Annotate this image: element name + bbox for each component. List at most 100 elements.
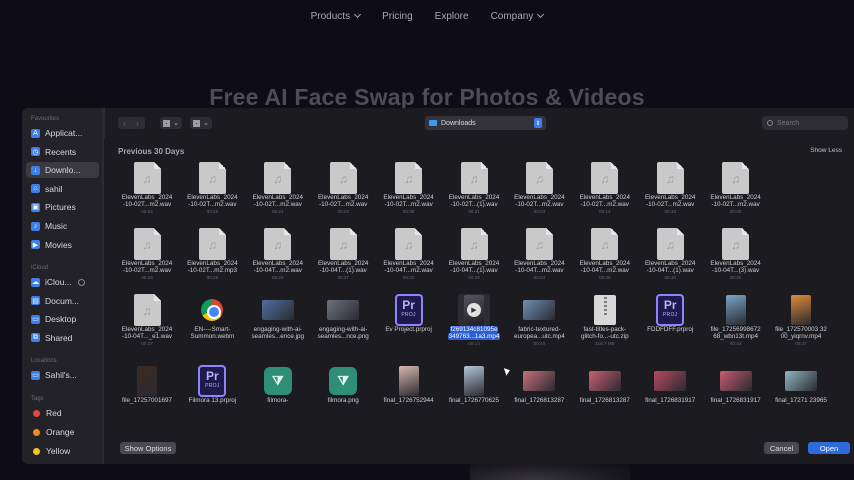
- file-name: FDDFDFF.prproj: [637, 326, 703, 333]
- file-item[interactable]: ♫ ElevenLabs_2024 -10-02T...m2.wav 00:04: [114, 160, 180, 234]
- sidebar-item[interactable]: ↓ Downlo...: [26, 162, 99, 179]
- show-options-button[interactable]: Show Options: [120, 442, 176, 454]
- audio-file-icon: ♫: [133, 162, 161, 194]
- applications-icon: A: [31, 128, 40, 138]
- file-item[interactable]: final_1726752944: [376, 363, 442, 437]
- icon-view-button[interactable]: ⌄: [160, 117, 182, 129]
- file-item[interactable]: final_1726831917: [703, 363, 769, 437]
- sidebar-item[interactable]: ▣ Pictures: [26, 199, 99, 215]
- file-item[interactable]: ♫ ElevenLabs_2024 -10-02T...m2.wav 00:21: [245, 160, 311, 234]
- image-thumbnail: [523, 371, 556, 391]
- filmora-icon: ⧩: [263, 367, 292, 395]
- audio-file-icon: ♫: [591, 162, 619, 194]
- file-item[interactable]: ♫ ElevenLabs_2024 -10-02T...m2.mp3 00:28: [179, 226, 245, 300]
- file-item[interactable]: final_1726813287: [506, 363, 572, 437]
- file-name-line: ElevenLabs_2024: [710, 260, 761, 267]
- file-item[interactable]: file_17256998672 68_wbn13t.mp4 00:43: [703, 292, 769, 366]
- sidebar-item[interactable]: A Applicat...: [26, 125, 99, 141]
- sidebar-item[interactable]: Red: [26, 405, 99, 421]
- home-icon: ⌂: [31, 184, 40, 194]
- file-item[interactable]: final_1726770625: [441, 363, 507, 437]
- search-input[interactable]: [777, 119, 837, 127]
- file-thumbnail: [785, 294, 817, 326]
- file-item[interactable]: ♫ ElevenLabs_2024 -10-04T...m2.wav 00:29: [245, 226, 311, 300]
- sidebar-item[interactable]: ▭ Sahil's...: [26, 367, 99, 383]
- group-view-button[interactable]: ⌄: [190, 117, 212, 129]
- file-item[interactable]: file_172570003 32 00_yiqrnv.mp4 00:37: [768, 292, 834, 366]
- back-button[interactable]: ‹: [118, 117, 131, 129]
- file-name-line: -10-04T..._e1.wav: [121, 333, 173, 341]
- file-thumbnail: ♫: [327, 228, 359, 260]
- file-item[interactable]: ♫ ElevenLabs_2024 -10-02T...m2.wav 00:39: [376, 160, 442, 234]
- file-item[interactable]: EN----Smart- Summon.webm: [179, 292, 245, 366]
- file-thumbnail: ♫: [720, 228, 752, 260]
- chrome-icon: [201, 299, 224, 321]
- site-nav-item[interactable]: Company: [491, 11, 545, 22]
- file-item[interactable]: ♫ ElevenLabs_2024 -10-04T...m2.wav 00:38: [572, 226, 638, 300]
- file-item[interactable]: ♫ ElevenLabs_2024 -10-02T...(1).wav 00:31: [441, 160, 507, 234]
- file-item[interactable]: ♫ ElevenLabs_2024 -10-02T...m2.wav 00:20: [703, 160, 769, 234]
- music-note-icon: ♫: [273, 238, 283, 252]
- file-name: ElevenLabs_2024 -10-02T...m2.wav: [572, 194, 638, 209]
- file-item[interactable]: ⧩ filmora.png: [310, 363, 376, 437]
- site-nav-item[interactable]: Products: [311, 11, 362, 22]
- file-item[interactable]: Pr PROJ Ev Project.prproj: [376, 292, 442, 366]
- file-name-line: ElevenLabs_2024: [252, 260, 303, 267]
- file-item[interactable]: ♫ ElevenLabs_2024 -10-04T...m2.wav 00:24: [506, 226, 572, 300]
- site-nav-item[interactable]: Explore: [435, 11, 469, 22]
- file-item[interactable]: engaging-with-ai-seamles...ence.jpg: [245, 292, 311, 366]
- file-item[interactable]: ♫ ElevenLabs_2024 -10-02T...m2.wav 00:23: [310, 160, 376, 234]
- forward-button[interactable]: ›: [131, 117, 144, 129]
- sidebar-item[interactable]: ☁ iClou...: [26, 274, 99, 290]
- cancel-button[interactable]: Cancel: [764, 442, 799, 454]
- file-item[interactable]: ♫ ElevenLabs_2024 -10-02T...m2.wav 00:33: [637, 160, 703, 234]
- file-item[interactable]: ⧩ filmora-: [245, 363, 311, 437]
- sidebar-item[interactable]: ⧉ Shared: [26, 330, 99, 346]
- file-meta: 00:20: [533, 341, 546, 346]
- premiere-project-icon: Pr PROJ: [198, 365, 227, 397]
- site-nav-item[interactable]: Pricing: [382, 11, 413, 22]
- image-thumbnail: [654, 371, 687, 391]
- file-item[interactable]: fast-titles-pack-glitch-fo...-utc.zip 216…: [572, 292, 638, 366]
- show-less-button[interactable]: Show Less: [810, 147, 842, 154]
- music-note-icon: ♫: [207, 172, 217, 186]
- sidebar-item[interactable]: ◷ Recents: [26, 144, 99, 160]
- sidebar-item[interactable]: ♪ Music: [26, 218, 99, 234]
- music-note-icon: ♫: [731, 172, 741, 186]
- sidebar-item[interactable]: ⌂ sahil: [26, 181, 99, 197]
- file-item[interactable]: ♫ ElevenLabs_2024 -10-04T...m2.wav 00:22: [376, 226, 442, 300]
- sidebar-item[interactable]: Orange: [26, 424, 99, 440]
- file-item[interactable]: final_1726813287: [572, 363, 638, 437]
- sidebar-item[interactable]: ▭ Desktop: [26, 311, 99, 327]
- location-select[interactable]: Downloads ⇕: [425, 116, 546, 130]
- file-item[interactable]: fabric-textured-europea...utc.mp4 00:20: [506, 292, 572, 366]
- file-item[interactable]: file_17257001697: [114, 363, 180, 437]
- file-item[interactable]: engaging-with-ai-seamles...nce.png: [310, 292, 376, 366]
- audio-file-icon: ♫: [656, 162, 684, 194]
- file-item[interactable]: Pr PROJ Filmora 13.prproj: [179, 363, 245, 437]
- file-item[interactable]: ♫ ElevenLabs_2024 -10-04T..._e1.wav 00:27: [114, 292, 180, 366]
- sidebar-item[interactable]: Yellow: [26, 443, 99, 459]
- file-item[interactable]: ♫ ElevenLabs_2024 -10-04T...(1).wav 00:40: [637, 226, 703, 300]
- file-item[interactable]: final_17271 23965: [768, 363, 834, 437]
- file-name-line: -10-04T...(3).wav: [711, 267, 760, 275]
- file-item[interactable]: ♫ ElevenLabs_2024 -10-04T...(3).wav 00:20: [703, 226, 769, 300]
- search-box[interactable]: [762, 116, 848, 130]
- file-item[interactable]: ▶ f269134c81095e 349763...1a3.mp4 00:13: [441, 292, 507, 366]
- file-item[interactable]: final_1726831917: [637, 363, 703, 437]
- file-item[interactable]: ♫ ElevenLabs_2024 -10-02T...m2.wav 00:14: [572, 160, 638, 234]
- file-item[interactable]: ♫ ElevenLabs_2024 -10-04T...(1).wav 00:26: [441, 226, 507, 300]
- file-name-line: final_1726752944: [383, 397, 434, 404]
- open-button[interactable]: Open: [808, 442, 850, 454]
- sidebar-item[interactable]: ▤ Docum...: [26, 293, 99, 309]
- file-item[interactable]: ♫ ElevenLabs_2024 -10-02T...m2.wav 00:24: [114, 226, 180, 300]
- sidebar-item[interactable]: ▶ Movies: [26, 237, 99, 253]
- file-thumbnail: ♫: [196, 162, 228, 194]
- file-item[interactable]: ♫ ElevenLabs_2024 -10-02T...m2.wav 00:25: [179, 160, 245, 234]
- file-name: final_17271 23965: [768, 397, 834, 404]
- file-item[interactable]: ♫ ElevenLabs_2024 -10-04T...(1).wav 00:27: [310, 226, 376, 300]
- file-item[interactable]: Pr PROJ FDDFDFF.prproj: [637, 292, 703, 366]
- file-name-line: file_172570003 32: [775, 326, 827, 333]
- background-photo: [470, 462, 630, 480]
- file-item[interactable]: ♫ ElevenLabs_2024 -10-02T...m2.wav 00:03: [506, 160, 572, 234]
